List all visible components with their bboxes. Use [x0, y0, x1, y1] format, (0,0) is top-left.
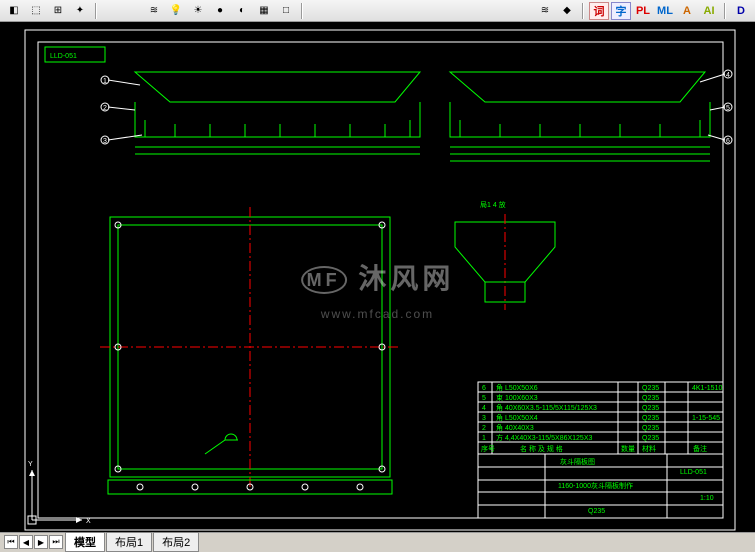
svg-text:5: 5	[482, 395, 486, 402]
svg-text:角 L50X50X6: 角 L50X50X6	[496, 383, 538, 392]
light-icon[interactable]: 💡	[166, 2, 186, 20]
svg-text:名 称 及 规 格: 名 称 及 规 格	[520, 444, 563, 453]
svg-text:材料: 材料	[642, 444, 656, 453]
ucs-axes: X Y	[28, 461, 91, 525]
circle-icon[interactable]: ●	[210, 2, 230, 20]
svg-text:2: 2	[482, 425, 486, 432]
char-button[interactable]: 字	[611, 2, 631, 20]
svg-text:X: X	[86, 518, 91, 525]
elevation-left: 1 2 3	[101, 72, 420, 154]
tab-prev[interactable]: ◀	[19, 535, 33, 549]
svg-text:LLD-051: LLD-051	[680, 469, 707, 476]
svg-text:数量: 数量	[621, 444, 635, 453]
pl-button[interactable]: PL	[633, 2, 653, 20]
main-toolbar: ◧ ⬚ ⊞ ✦ ≋ 💡 ☀ ● ◐ ▦ □ ≋ ◆ 词 字 PL ML A AI…	[0, 0, 755, 22]
svg-text:4: 4	[482, 405, 486, 412]
svg-text:1-15-545: 1-15-545	[692, 415, 720, 422]
svg-text:束 100X60X3: 束 100X60X3	[496, 394, 538, 402]
detail-view: 局1 4 放	[455, 200, 555, 310]
half-icon[interactable]: ◐	[232, 2, 252, 20]
ml-button[interactable]: ML	[655, 2, 675, 20]
svg-text:Q235: Q235	[588, 508, 605, 515]
svg-text:6: 6	[726, 138, 730, 145]
svg-text:1:10: 1:10	[700, 495, 714, 502]
svg-text:角 L50X50X4: 角 L50X50X4	[496, 413, 538, 422]
svg-text:Q235: Q235	[642, 385, 659, 392]
tool-btn-2[interactable]: ⬚	[26, 2, 46, 20]
svg-text:5: 5	[726, 105, 730, 112]
svg-text:2: 2	[103, 105, 107, 112]
separator	[301, 3, 303, 19]
svg-text:4K1-1510: 4K1-1510	[692, 385, 722, 392]
svg-text:角 40X60X3.5-115/5X115/125X3: 角 40X60X3.5-115/5X115/125X3	[496, 403, 597, 412]
svg-text:Q235: Q235	[642, 405, 659, 412]
svg-text:序号: 序号	[481, 444, 495, 453]
box-icon[interactable]: □	[276, 2, 296, 20]
svg-text:Q235: Q235	[642, 395, 659, 402]
svg-text:4: 4	[726, 72, 730, 79]
svg-text:3: 3	[103, 138, 107, 145]
svg-text:1160-1000灰斗隔板制作: 1160-1000灰斗隔板制作	[558, 481, 633, 490]
d-button[interactable]: D	[731, 2, 751, 20]
tab-first[interactable]: ⏮	[4, 535, 18, 549]
tool-btn-4[interactable]: ✦	[70, 2, 90, 20]
svg-text:Q235: Q235	[642, 435, 659, 442]
cad-drawing: LLD-051 1 2 3	[0, 22, 755, 532]
a-button[interactable]: A	[677, 2, 697, 20]
svg-text:1: 1	[103, 78, 107, 85]
tab-layout1[interactable]: 布局1	[106, 532, 152, 552]
separator	[582, 3, 584, 19]
separator	[95, 3, 97, 19]
svg-text:Y: Y	[28, 461, 33, 468]
tab-model[interactable]: 模型	[65, 532, 105, 552]
elevation-right: 4 5 6	[450, 70, 732, 161]
tool-btn-3[interactable]: ⊞	[48, 2, 68, 20]
tab-last[interactable]: ⏭	[49, 535, 63, 549]
diamond-icon[interactable]: ◆	[557, 2, 577, 20]
drawing-canvas[interactable]: LLD-051 1 2 3	[0, 22, 755, 532]
tab-layout2[interactable]: 布局2	[153, 532, 199, 552]
svg-text:1: 1	[482, 435, 486, 442]
ai-button[interactable]: AI	[699, 2, 719, 20]
tab-next[interactable]: ▶	[34, 535, 48, 549]
svg-text:Q235: Q235	[642, 415, 659, 422]
svg-text:灰斗隔板图: 灰斗隔板图	[560, 457, 595, 466]
svg-text:角 40X40X3: 角 40X40X3	[496, 423, 534, 432]
svg-text:备注: 备注	[693, 444, 707, 453]
word-button[interactable]: 词	[589, 2, 609, 20]
grid-icon[interactable]: ▦	[254, 2, 274, 20]
frame-label: LLD-051	[50, 53, 77, 60]
layer-btn-1[interactable]: ≋	[144, 2, 164, 20]
svg-text:局1 4 放: 局1 4 放	[480, 200, 506, 209]
title-block: 6角 L50X50X6Q2354K1-1510 5束 100X60X3Q235 …	[478, 382, 723, 518]
svg-text:6: 6	[482, 385, 486, 392]
layer-btn-2[interactable]: ≋	[535, 2, 555, 20]
svg-text:方 4,4X40X3-115/5X86X125X3: 方 4,4X40X3-115/5X86X125X3	[496, 433, 592, 442]
layout-tabs: ⏮ ◀ ▶ ⏭ 模型 布局1 布局2	[0, 532, 755, 551]
svg-text:Q235: Q235	[642, 425, 659, 432]
plan-view	[100, 207, 400, 494]
svg-text:3: 3	[482, 415, 486, 422]
tool-btn-1[interactable]: ◧	[4, 2, 24, 20]
separator	[724, 3, 726, 19]
sun-icon[interactable]: ☀	[188, 2, 208, 20]
